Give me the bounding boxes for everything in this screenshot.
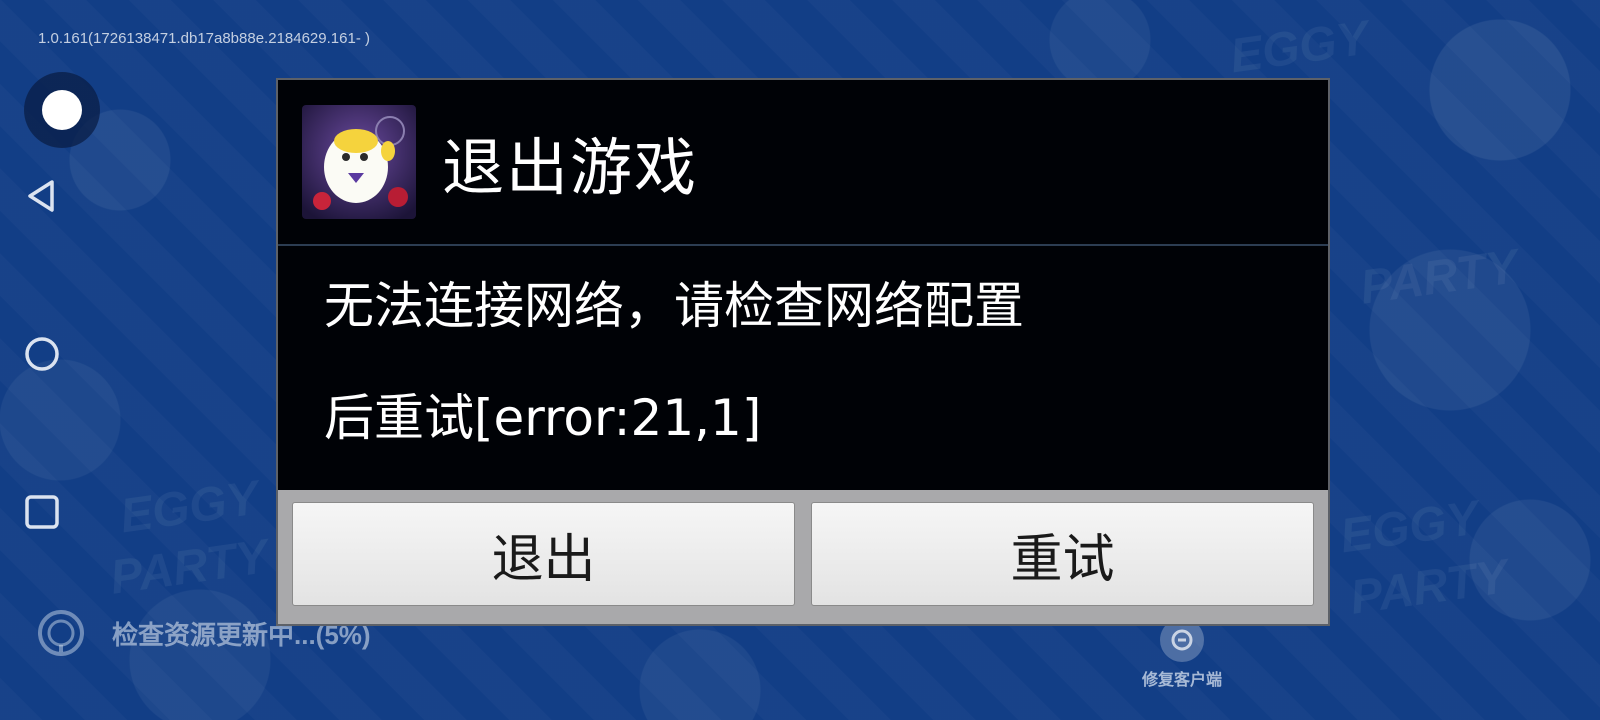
floating-home-button[interactable] <box>24 72 100 148</box>
dialog-body: 无法连接网络，请检查网络配置 后重试[error:21,1] <box>278 246 1328 494</box>
dialog-message-line-1: 无法连接网络，请检查网络配置 <box>324 277 1024 335</box>
recents-square-icon[interactable] <box>22 492 62 532</box>
dialog-message-line-2: 后重试[error:21,1] <box>324 389 762 447</box>
version-string: 1.0.161(1726138471.db17a8b88e.2184629.16… <box>38 30 370 47</box>
loading-ring-icon <box>38 610 84 656</box>
exit-button[interactable]: 退出 <box>292 502 795 606</box>
exit-game-dialog: 退出游戏 无法连接网络，请检查网络配置 后重试[error:21,1] 退出 重… <box>276 78 1330 626</box>
home-circle-icon[interactable] <box>22 334 62 374</box>
dialog-message: 无法连接网络，请检查网络配置 后重试[error:21,1] <box>324 250 1280 474</box>
back-triangle-icon[interactable] <box>22 176 62 216</box>
dialog-button-bar: 退出 重试 <box>278 490 1328 624</box>
home-dot-icon <box>42 90 82 130</box>
eggy-party-app-icon <box>302 105 416 219</box>
dialog-header: 退出游戏 <box>278 80 1328 246</box>
repair-client-label: 修复客户端 <box>1141 670 1222 689</box>
dialog-title: 退出游戏 <box>442 131 699 204</box>
retry-button[interactable]: 重试 <box>811 502 1314 606</box>
repair-client-button[interactable]: 修复客户端 <box>1132 618 1232 690</box>
